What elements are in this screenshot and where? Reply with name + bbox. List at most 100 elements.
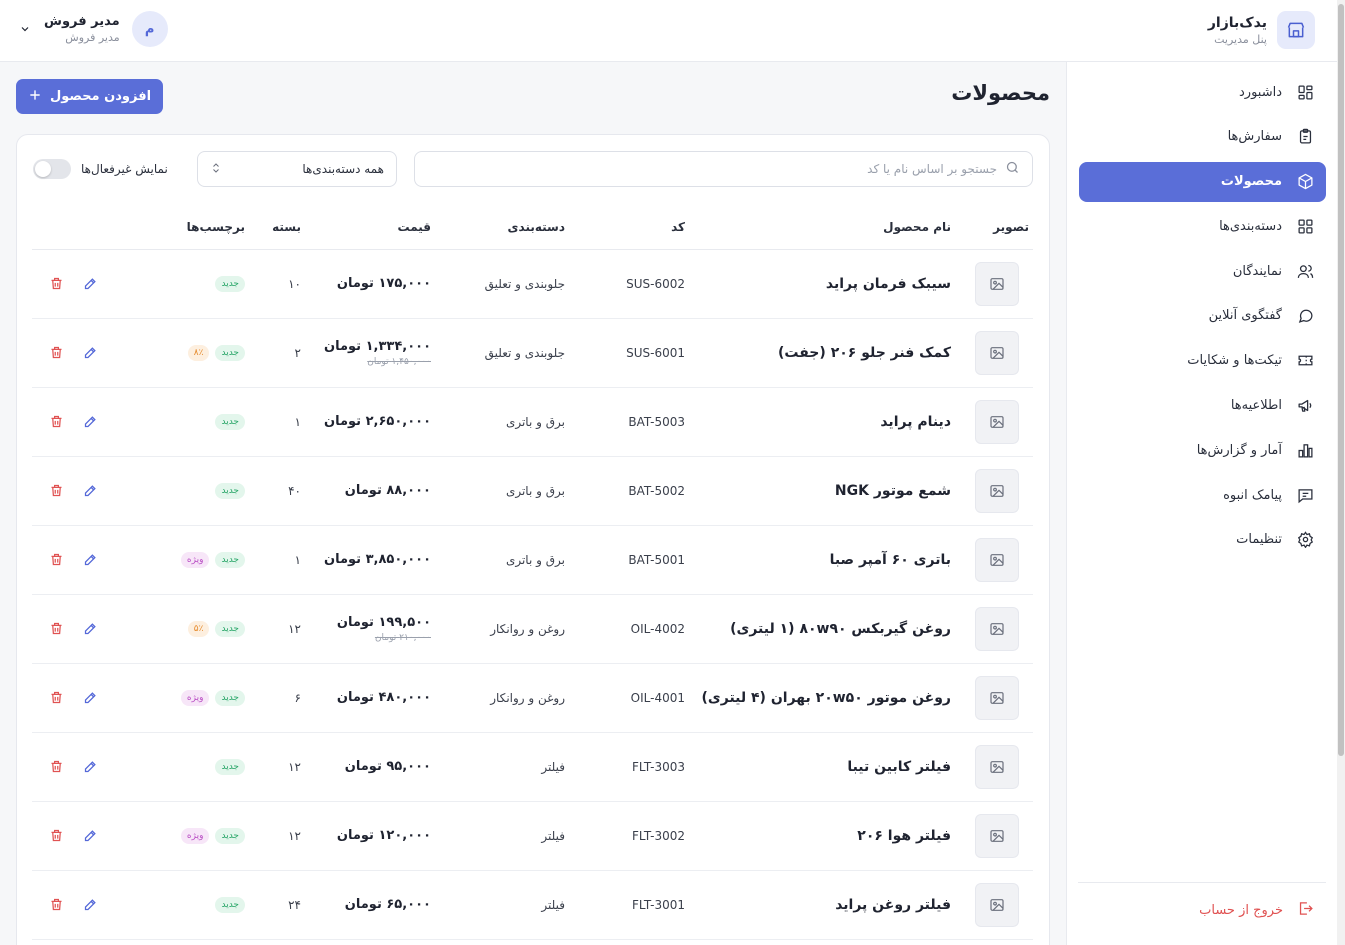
product-code: SUS-6001	[626, 345, 685, 360]
product-category: برق و باتری	[505, 483, 565, 498]
message-icon	[1296, 486, 1314, 504]
tag-badge: جدید	[215, 620, 245, 637]
edit-icon[interactable]	[82, 414, 98, 430]
table-row[interactable]: دینام پراید BAT-5003 برق و باتری ۲,۶۵۰,۰…	[32, 387, 1033, 457]
tag-badge: جدید	[215, 827, 245, 844]
chevron-down-icon[interactable]	[18, 22, 32, 36]
trash-icon[interactable]	[48, 828, 64, 844]
edit-icon[interactable]	[82, 897, 98, 913]
trash-icon[interactable]	[48, 276, 64, 292]
trash-icon[interactable]	[48, 897, 64, 913]
header-actions	[32, 205, 131, 250]
sidebar-item-agents[interactable]: نمایندگان	[1079, 251, 1326, 291]
product-category: برق و باتری	[505, 414, 565, 429]
edit-icon[interactable]	[82, 828, 98, 844]
header-price: قیمت	[305, 205, 435, 250]
table-row[interactable]: باتری ۶۰ آمپر صبا BAT-5001 برق و باتری ۳…	[32, 525, 1033, 595]
product-name: روغن گیربکس ۸۰w۹۰ (۱ لیتری)	[730, 620, 951, 637]
product-category: روغن و روانکار	[490, 621, 565, 636]
sidebar-item-categories[interactable]: دسته‌بندی‌ها	[1079, 206, 1326, 246]
product-image-placeholder-icon[interactable]	[975, 675, 1019, 720]
sidebar-nav: داشبورد سفارش‌ها محصولات دسته‌بندی‌ها نم…	[1079, 72, 1326, 565]
page-scrollbar[interactable]	[1337, 0, 1345, 945]
trash-icon[interactable]	[48, 483, 64, 499]
edit-icon[interactable]	[82, 552, 98, 568]
add-product-button[interactable]: افزودن محصول	[16, 79, 163, 114]
product-code: SUS-6002	[626, 276, 685, 291]
sidebar-item-label: داشبورد	[1239, 84, 1282, 100]
trash-icon[interactable]	[48, 621, 64, 637]
header-pack: بسته	[249, 205, 305, 250]
sidebar-item-sms[interactable]: پیامک انبوه	[1079, 475, 1326, 515]
product-pack: ۱۲	[288, 621, 301, 636]
table-row[interactable]: شمع موتور NGK BAT-5002 برق و باتری ۸۸,۰۰…	[32, 456, 1033, 526]
category-select[interactable]: همه دسته‌بندی‌ها	[197, 151, 397, 187]
avatar[interactable]: م	[131, 11, 168, 47]
product-category: فیلتر	[541, 897, 565, 912]
show-inactive-label: نمایش غیرفعال‌ها	[81, 162, 168, 176]
product-image-placeholder-icon[interactable]	[975, 744, 1019, 789]
edit-icon[interactable]	[82, 276, 98, 292]
product-image-placeholder-icon[interactable]	[975, 330, 1019, 375]
product-tags: جدید	[135, 896, 245, 913]
scrollbar-thumb[interactable]	[1338, 4, 1344, 756]
product-pack: ۱	[294, 414, 301, 429]
product-image-placeholder-icon[interactable]	[975, 468, 1019, 513]
trash-icon[interactable]	[48, 759, 64, 775]
trash-icon[interactable]	[48, 552, 64, 568]
product-name: فیلتر روغن پراید	[835, 896, 951, 913]
tag-badge: جدید	[215, 275, 245, 292]
product-price: ۶۵,۰۰۰ تومان	[344, 897, 431, 912]
sidebar-item-products[interactable]: محصولات	[1079, 161, 1326, 202]
box-icon	[1296, 173, 1314, 191]
header-name: نام محصول	[689, 205, 955, 250]
product-name: کمک فنر جلو ۲۰۶ (جفت)	[778, 344, 951, 361]
trash-icon[interactable]	[48, 414, 64, 430]
product-image-placeholder-icon[interactable]	[975, 537, 1019, 582]
table-row[interactable]: روغن موتور ۲۰w۵۰ بهران (۴ لیتری) OIL-400…	[32, 663, 1033, 733]
edit-icon[interactable]	[82, 621, 98, 637]
product-code: BAT-5002	[628, 483, 685, 498]
sidebar-item-dashboard[interactable]: داشبورد	[1079, 72, 1326, 112]
sidebar-item-settings[interactable]: تنظیمات	[1079, 520, 1326, 560]
trash-icon[interactable]	[48, 690, 64, 706]
sidebar-item-reports[interactable]: آمار و گزارش‌ها	[1079, 430, 1326, 470]
table-row[interactable]: فیلتر کابین تیبا FLT-3003 فیلتر ۹۵,۰۰۰ ت…	[32, 732, 1033, 802]
product-image-placeholder-icon[interactable]	[975, 606, 1019, 651]
table-row[interactable]: روغن گیربکس ۸۰w۹۰ (۱ لیتری) OIL-4002 روغ…	[32, 594, 1033, 664]
edit-icon[interactable]	[82, 483, 98, 499]
product-code: OIL-4002	[630, 621, 685, 636]
product-price: ۱۷۵,۰۰۰ تومان	[336, 276, 431, 291]
product-name: فیلتر کابین تیبا	[847, 758, 951, 775]
trash-icon[interactable]	[48, 345, 64, 361]
sidebar-item-orders[interactable]: سفارش‌ها	[1079, 117, 1326, 157]
product-image-placeholder-icon[interactable]	[975, 813, 1019, 858]
logout-icon	[1297, 900, 1314, 921]
edit-icon[interactable]	[82, 690, 98, 706]
user-menu[interactable]: مدیر فروش مدیر فروش م	[18, 11, 168, 47]
user-role: مدیر فروش	[65, 31, 120, 44]
product-image-placeholder-icon[interactable]	[975, 261, 1019, 306]
brand: یدک‌بازار پنل مدیریت	[1208, 11, 1315, 49]
product-image-placeholder-icon[interactable]	[975, 882, 1019, 927]
product-price: ۸۸,۰۰۰ تومان	[344, 483, 431, 498]
sidebar-item-chat[interactable]: گفتگوی آنلاین	[1079, 296, 1326, 336]
logout-button[interactable]: خروج از حساب	[1199, 900, 1314, 921]
table-row[interactable]: فیلتر هوا ۲۰۶ FLT-3002 فیلتر ۱۲۰,۰۰۰ توم…	[32, 801, 1033, 871]
search-box[interactable]	[414, 151, 1033, 187]
sidebar-item-tickets[interactable]: تیکت‌ها و شکایات	[1079, 341, 1326, 381]
show-inactive-toggle[interactable]	[33, 159, 71, 179]
table-row[interactable]: سیبک فرمان پراید SUS-6002 جلوبندی و تعلی…	[32, 249, 1033, 319]
edit-icon[interactable]	[82, 345, 98, 361]
dashboard-icon	[1296, 83, 1314, 101]
table-row[interactable]: فیلتر روغن پراید FLT-3001 فیلتر ۶۵,۰۰۰ ت…	[32, 870, 1033, 940]
product-image-placeholder-icon[interactable]	[975, 399, 1019, 444]
product-tags: جدید	[135, 413, 245, 430]
products-card: همه دسته‌بندی‌ها نمایش غیرفعال‌ها تصویر …	[16, 134, 1050, 945]
edit-icon[interactable]	[82, 759, 98, 775]
table-row[interactable]: کمک فنر جلو ۲۰۶ (جفت) SUS-6001 جلوبندی و…	[32, 318, 1033, 388]
header-code: کد	[569, 205, 689, 250]
search-input[interactable]	[415, 162, 997, 176]
sidebar-item-announcements[interactable]: اطلاعیه‌ها	[1079, 386, 1326, 426]
sidebar-divider	[1078, 882, 1326, 883]
